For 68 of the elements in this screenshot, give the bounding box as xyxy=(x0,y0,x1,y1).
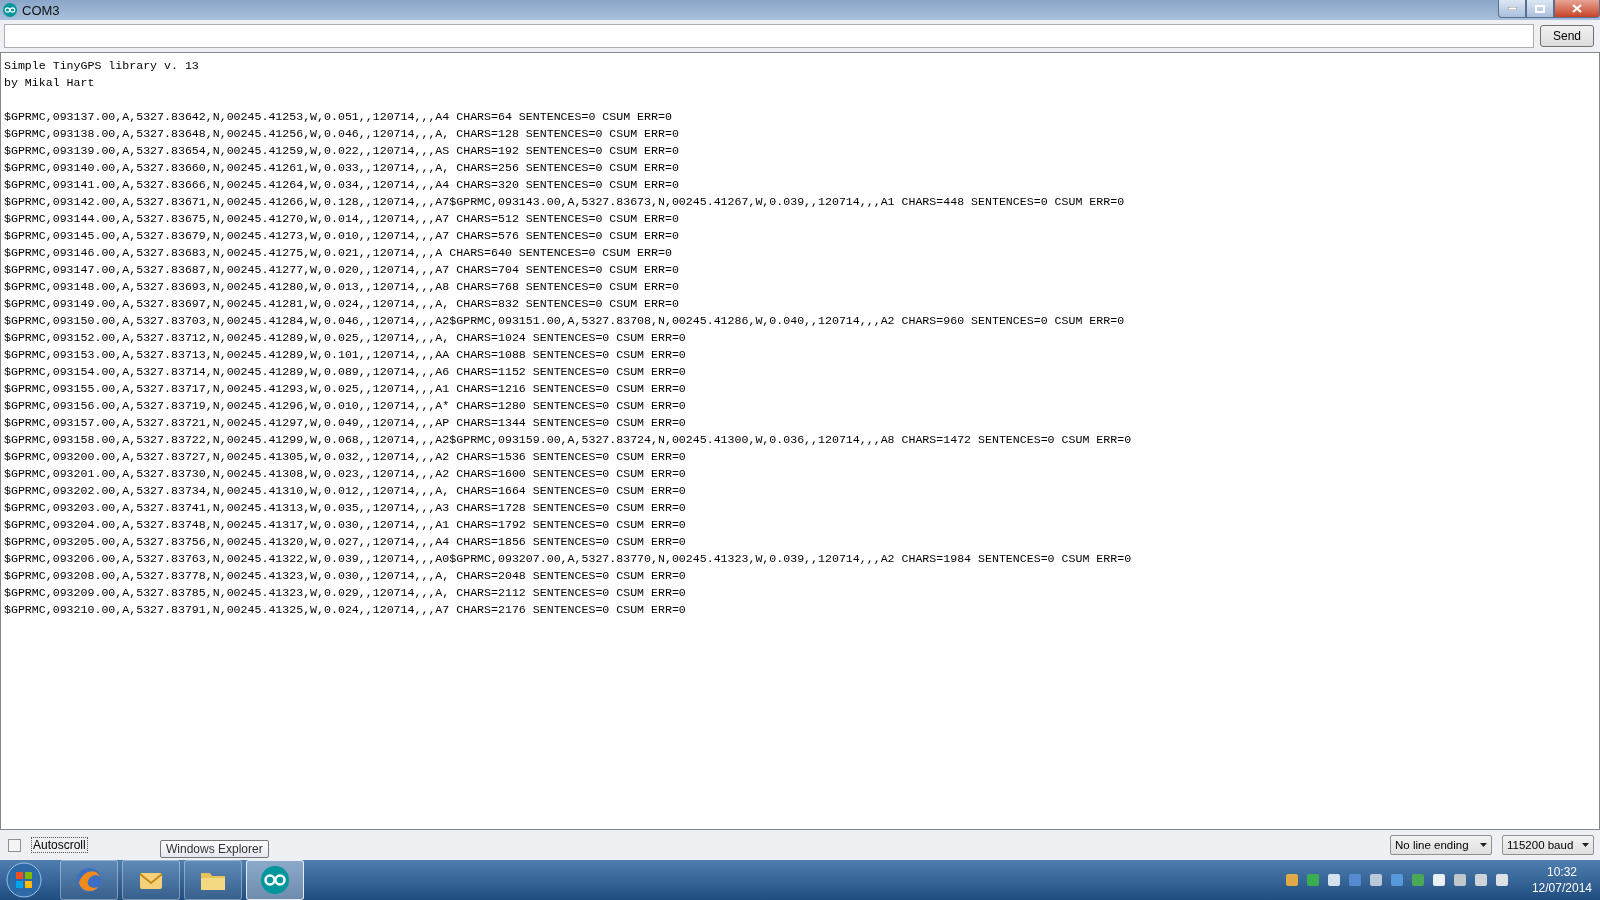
output-line: $GPRMC,093200.00,A,5327.83727,N,00245.41305,W,0.032,,120714,,,A2 CHARS=1536 SENTENCES=0 CSUM ERR=0 xyxy=(4,449,687,465)
output-line: $GPRMC,093158.00,A,5327.83722,N,00245.41299,W,0.068,,120714,,,A2$GPRMC,093159.00,A,5327.83724,N,00245.41300,W,0.036,,120714,,,A8 CHARS=1472 SENTENCES=0 CSUM ERR=0 xyxy=(4,432,1133,448)
clock-time: 10:32 xyxy=(1546,864,1577,880)
output-line: $GPRMC,093141.00,A,5327.83666,N,00245.41264,W,0.034,,120714,,,A4 CHARS=320 SENTENCES=0 CSUM ERR=0 xyxy=(4,177,680,193)
output-line: $GPRMC,093140.00,A,5327.83660,N,00245.41261,W,0.033,,120714,,,A, CHARS=256 SENTENCES=0 CSUM ERR=0 xyxy=(4,160,680,176)
output-line: $GPRMC,093145.00,A,5327.83679,N,00245.41273,W,0.010,,120714,,,A7 CHARS=576 SENTENCES=0 CSUM ERR=0 xyxy=(4,228,680,244)
window-title: COM3 xyxy=(22,2,61,18)
tray-icon[interactable] xyxy=(1326,873,1341,887)
output-line: $GPRMC,093156.00,A,5327.83719,N,00245.41296,W,0.010,,120714,,,A* CHARS=1280 SENTENCES=0 CSUM ERR=0 xyxy=(4,398,687,414)
output-line: $GPRMC,093203.00,A,5327.83741,N,00245.41313,W,0.035,,120714,,,A3 CHARS=1728 SENTENCES=0 CSUM ERR=0 xyxy=(4,500,687,516)
tray-icon[interactable] xyxy=(1368,873,1383,887)
output-line: $GPRMC,093146.00,A,5327.83683,N,00245.41275,W,0.021,,120714,,,A CHARS=640 SENTENCES=0 CSUM ERR=0 xyxy=(4,245,673,261)
line-ending-dropdown[interactable]: No line ending xyxy=(1390,835,1492,855)
taskbar-app-button[interactable] xyxy=(122,860,180,900)
output-line: Simple TinyGPS library v. 13 xyxy=(4,58,200,74)
output-line: $GPRMC,093206.00,A,5327.83763,N,00245.41322,W,0.039,,120714,,,A0$GPRMC,093207.00,A,5327.83770,N,00245.41323,W,0.039,,120714,,,A2 CHARS=1984 SENTENCES=0 CSUM ERR=0 xyxy=(4,551,1133,567)
output-line: $GPRMC,093210.00,A,5327.83791,N,00245.41325,W,0.024,,120714,,,A7 CHARS=2176 SENTENCES=0 CSUM ERR=0 xyxy=(4,602,687,618)
output-line: $GPRMC,093139.00,A,5327.83654,N,00245.41259,W,0.022,,120714,,,AS CHARS=192 SENTENCES=0 CSUM ERR=0 xyxy=(4,143,680,159)
taskbar-app-button[interactable] xyxy=(246,860,304,900)
close-button[interactable] xyxy=(1554,0,1600,18)
output-line: $GPRMC,093152.00,A,5327.83712,N,00245.41289,W,0.025,,120714,,,A, CHARS=1024 SENTENCES=0 CSUM ERR=0 xyxy=(4,330,687,346)
output-line: $GPRMC,093205.00,A,5327.83756,N,00245.41320,W,0.027,,120714,,,A4 CHARS=1856 SENTENCES=0 CSUM ERR=0 xyxy=(4,534,687,550)
tray-icon[interactable] xyxy=(1473,873,1488,887)
tray-icon[interactable] xyxy=(1305,873,1320,887)
output-line: $GPRMC,093150.00,A,5327.83703,N,00245.41284,W,0.046,,120714,,,A2$GPRMC,093151.00,A,5327.83708,N,00245.41286,W,0.040,,120714,,,A2 CHARS=960 SENTENCES=0 CSUM ERR=0 xyxy=(4,313,1126,329)
clock[interactable]: 10:32 12/07/2014 xyxy=(1531,864,1592,896)
output-line: $GPRMC,093147.00,A,5327.83687,N,00245.41277,W,0.020,,120714,,,A7 CHARS=704 SENTENCES=0 CSUM ERR=0 xyxy=(4,262,680,278)
output-line: $GPRMC,093201.00,A,5327.83730,N,00245.41308,W,0.023,,120714,,,A2 CHARS=1600 SENTENCES=0 CSUM ERR=0 xyxy=(4,466,687,482)
autoscroll-label[interactable]: Autoscroll xyxy=(31,837,88,853)
output-line: $GPRMC,093157.00,A,5327.83721,N,00245.41297,W,0.049,,120714,,,AP CHARS=1344 SENTENCES=0 CSUM ERR=0 xyxy=(4,415,687,431)
taskbar-app-button[interactable] xyxy=(184,860,242,900)
tray-icon[interactable] xyxy=(1452,873,1467,887)
output-line: $GPRMC,093208.00,A,5327.83778,N,00245.41323,W,0.030,,120714,,,A, CHARS=2048 SENTENCES=0 CSUM ERR=0 xyxy=(4,568,687,584)
output-line: $GPRMC,093142.00,A,5327.83671,N,00245.41266,W,0.128,,120714,,,A7$GPRMC,093143.00,A,5327.83673,N,00245.41267,W,0.039,,120714,,,A1 CHARS=448 SENTENCES=0 CSUM ERR=0 xyxy=(4,194,1126,210)
output-line: $GPRMC,093204.00,A,5327.83748,N,00245.41317,W,0.030,,120714,,,A1 CHARS=1792 SENTENCES=0 CSUM ERR=0 xyxy=(4,517,687,533)
tray-icon[interactable] xyxy=(1431,873,1446,887)
maximize-button[interactable] xyxy=(1526,0,1554,18)
input-field[interactable] xyxy=(4,24,1534,48)
start-button[interactable] xyxy=(4,860,44,900)
tooltip: Windows Explorer xyxy=(160,840,269,858)
output-line: $GPRMC,093149.00,A,5327.83697,N,00245.41281,W,0.024,,120714,,,A, CHARS=832 SENTENCES=0 CSUM ERR=0 xyxy=(4,296,680,312)
minimize-button[interactable] xyxy=(1498,0,1526,18)
globe-icon xyxy=(74,865,104,895)
tray-icon[interactable] xyxy=(1494,873,1509,887)
clock-date: 12/07/2014 xyxy=(1531,880,1592,896)
output-line: $GPRMC,093154.00,A,5327.83714,N,00245.41289,W,0.089,,120714,,,A6 CHARS=1152 SENTENCES=0 CSUM ERR=0 xyxy=(4,364,687,380)
taskbar-app-button[interactable] xyxy=(60,860,118,900)
output-line: $GPRMC,093137.00,A,5327.83642,N,00245.41253,W,0.051,,120714,,,A4 CHARS=64 SENTENCES=0 CSUM ERR=0 xyxy=(4,109,673,125)
infinity-logo-icon xyxy=(259,864,291,896)
output-line: $GPRMC,093153.00,A,5327.83713,N,00245.41289,W,0.101,,120714,,,AA CHARS=1088 SENTENCES=0 CSUM ERR=0 xyxy=(4,347,687,363)
output-line: $GPRMC,093144.00,A,5327.83675,N,00245.41270,W,0.014,,120714,,,A7 CHARS=512 SENTENCES=0 CSUM ERR=0 xyxy=(4,211,680,227)
caret-icon xyxy=(1480,843,1487,847)
infinity-logo-icon xyxy=(2,3,18,17)
output-line: by Mikal Hart xyxy=(4,75,96,91)
tray-icon[interactable] xyxy=(1284,873,1299,887)
output-line: $GPRMC,093155.00,A,5327.83717,N,00245.41293,W,0.025,,120714,,,A1 CHARS=1216 SENTENCES=0 CSUM ERR=0 xyxy=(4,381,687,397)
close-icon xyxy=(1572,4,1582,13)
windows-orb-icon xyxy=(6,862,42,898)
output-line: $GPRMC,093148.00,A,5327.83693,N,00245.41280,W,0.013,,120714,,,A8 CHARS=768 SENTENCES=0 CSUM ERR=0 xyxy=(4,279,680,295)
output-line: $GPRMC,093209.00,A,5327.83785,N,00245.41323,W,0.029,,120714,,,A, CHARS=2112 SENTENCES=0 CSUM ERR=0 xyxy=(4,585,687,601)
send-button[interactable]: Send xyxy=(1540,25,1594,47)
output-line: $GPRMC,093138.00,A,5327.83648,N,00245.41256,W,0.046,,120714,,,A, CHARS=128 SENTENCES=0 CSUM ERR=0 xyxy=(4,126,680,142)
minimize-icon xyxy=(1507,7,1517,10)
output-line: $GPRMC,093202.00,A,5327.83734,N,00245.41310,W,0.012,,120714,,,A, CHARS=1664 SENTENCES=0 CSUM ERR=0 xyxy=(4,483,687,499)
caret-icon xyxy=(1582,843,1589,847)
maximize-icon xyxy=(1535,4,1545,13)
baud-dropdown[interactable]: 115200 baud xyxy=(1502,835,1594,855)
autoscroll-checkbox[interactable] xyxy=(8,838,21,852)
